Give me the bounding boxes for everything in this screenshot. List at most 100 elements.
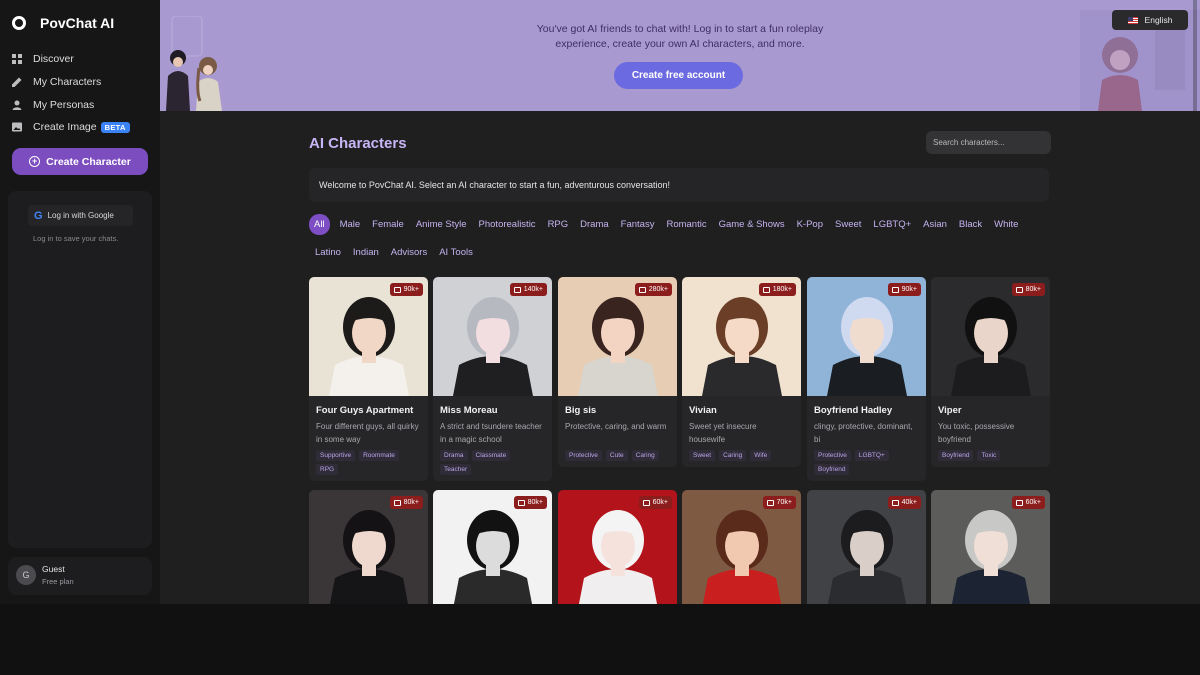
filter-tag-anime-style[interactable]: Anime Style (410, 214, 473, 235)
character-tag[interactable]: Toxic (977, 450, 1001, 461)
filter-tag-black[interactable]: Black (953, 214, 988, 235)
character-tag[interactable]: Supportive (316, 450, 356, 461)
chat-count-badge: 80k+ (389, 496, 423, 509)
character-tag[interactable]: Caring (631, 450, 659, 461)
user-plan: Free plan (42, 577, 74, 586)
chat-count-badge: 90k+ (389, 283, 423, 296)
sidebar-item-label: Create Image (33, 121, 97, 134)
user-profile[interactable]: G Guest Free plan (8, 557, 152, 595)
category-filters: All Male Female Anime Style Photorealistic RP… (309, 214, 1049, 270)
main-content: AI Characters Welcome to PovChat AI. Sel… (160, 111, 1200, 604)
filter-tag-photorealistic[interactable]: Photorealistic (473, 214, 542, 235)
chat-count-badge: 90k+ (887, 283, 921, 296)
character-image: 180k+ (682, 277, 801, 396)
chat-count: 80k+ (1025, 286, 1041, 293)
create-character-button[interactable]: + Create Character (12, 148, 148, 175)
app-name: PovChat AI (40, 15, 115, 31)
chat-count: 90k+ (901, 286, 917, 293)
sidebar-item-discover[interactable]: Discover (12, 48, 152, 71)
character-image: 140k+ (433, 277, 552, 396)
chat-count-badge: 40k+ (887, 496, 921, 509)
filter-tag-indian[interactable]: Indian (347, 242, 385, 263)
sidebar-item-my-characters[interactable]: My Characters (12, 71, 152, 94)
character-image: 90k+ (807, 277, 926, 396)
filter-tag-drama[interactable]: Drama (574, 214, 615, 235)
filter-tag-male[interactable]: Male (334, 214, 367, 235)
character-card[interactable]: 280k+ Big sis Protective, caring, and warm… (558, 277, 677, 467)
filter-tag-advisors[interactable]: Advisors (385, 242, 433, 263)
filter-tag-lgbtq[interactable]: LGBTQ+ (867, 214, 917, 235)
chat-bubble-icon (642, 499, 650, 506)
character-tag[interactable]: Classmate (471, 450, 511, 461)
character-card[interactable]: 140k+ Miss Moreau A strict and tsundere te… (433, 277, 552, 481)
scrollbar[interactable] (1193, 0, 1197, 111)
character-tag[interactable]: Cute (605, 450, 628, 461)
character-tag[interactable]: Wife (750, 450, 772, 461)
filter-tag-white[interactable]: White (988, 214, 1024, 235)
character-tag[interactable]: Caring (719, 450, 747, 461)
character-name: Vivian (689, 405, 717, 416)
filter-tag-ai-tools[interactable]: AI Tools (433, 242, 479, 263)
sidebar-item-create-image[interactable]: Create Image BETA (12, 116, 152, 139)
character-card[interactable]: 70k+ (682, 490, 801, 604)
character-card[interactable]: 40k+ (807, 490, 926, 604)
language-selector[interactable]: English (1112, 10, 1188, 30)
filter-tag-romantic[interactable]: Romantic (660, 214, 712, 235)
character-card[interactable]: 80k+ Viper You toxic, possessive boyfriend… (931, 277, 1050, 467)
character-tags: Drama Classmate Teacher (433, 446, 552, 481)
brand[interactable]: PovChat AI (12, 12, 114, 34)
character-card[interactable]: 60k+ (558, 490, 677, 604)
filter-tag-asian[interactable]: Asian (917, 214, 953, 235)
sidebar-item-my-personas[interactable]: My Personas (12, 93, 152, 116)
filter-tag-sweet[interactable]: Sweet (829, 214, 867, 235)
image-icon (12, 122, 26, 132)
character-description: A strict and tsundere teacher in a magic… (440, 422, 542, 444)
character-tag[interactable]: Roommate (359, 450, 399, 461)
beta-badge: BETA (100, 121, 130, 133)
character-card[interactable]: 60k+ (931, 490, 1050, 604)
chat-bubble-icon (1015, 286, 1023, 293)
banner-message: You've got AI friends to chat with! Log … (536, 23, 824, 50)
character-tag[interactable]: Drama (440, 450, 468, 461)
character-tag[interactable]: LGBTQ+ (854, 450, 889, 461)
page-background (0, 604, 1200, 675)
filter-tag-game-shows[interactable]: Game & Shows (713, 214, 791, 235)
character-tags: Protective LGBTQ+ Boyfriend (807, 446, 926, 481)
character-description: You toxic, possessive boyfriend (938, 422, 1015, 444)
character-card[interactable]: 80k+ (309, 490, 428, 604)
chat-bubble-icon (1015, 499, 1023, 506)
chat-count: 60k+ (652, 499, 668, 506)
ring-logo-icon (12, 16, 26, 30)
character-tag[interactable]: Teacher (440, 464, 472, 475)
character-tag[interactable]: Protective (565, 450, 602, 461)
character-tag[interactable]: Sweet (689, 450, 716, 461)
character-image: 80k+ (309, 490, 428, 604)
character-card[interactable]: 180k+ Vivian Sweet yet insecure housewife S… (682, 277, 801, 467)
user-name: Guest (42, 564, 65, 574)
filter-tag-k-pop[interactable]: K-Pop (791, 214, 829, 235)
google-login-label: Log in with Google (47, 211, 114, 220)
chat-bubble-icon (766, 499, 774, 506)
character-tag[interactable]: Boyfriend (938, 450, 974, 461)
character-card[interactable]: 80k+ (433, 490, 552, 604)
character-tag[interactable]: RPG (316, 464, 339, 475)
character-tags: Sweet Caring Wife (682, 446, 801, 467)
character-image: 280k+ (558, 277, 677, 396)
character-card[interactable]: 90k+ Four Guys Apartment Four different gu… (309, 277, 428, 481)
filter-tag-fantasy[interactable]: Fantasy (615, 214, 661, 235)
search-input[interactable] (926, 131, 1051, 154)
create-account-button[interactable]: Create free account (614, 62, 743, 89)
chat-count-badge: 180k+ (758, 283, 796, 296)
google-login-button[interactable]: G Log in with Google (28, 205, 133, 226)
chat-count: 140k+ (523, 286, 543, 293)
filter-tag-all[interactable]: All (309, 214, 330, 235)
filter-tag-female[interactable]: Female (366, 214, 410, 235)
character-card[interactable]: 90k+ Boyfriend Hadley clingy, protective, … (807, 277, 926, 481)
filter-tag-rpg[interactable]: RPG (542, 214, 575, 235)
filter-row: Latino Indian Advisors AI Tools (309, 242, 1049, 263)
character-tag[interactable]: Protective (814, 450, 851, 461)
language-label: English (1144, 15, 1173, 25)
filter-tag-latino[interactable]: Latino (309, 242, 347, 263)
character-description: Protective, caring, and warm (565, 422, 667, 431)
character-tag[interactable]: Boyfriend (814, 464, 850, 475)
